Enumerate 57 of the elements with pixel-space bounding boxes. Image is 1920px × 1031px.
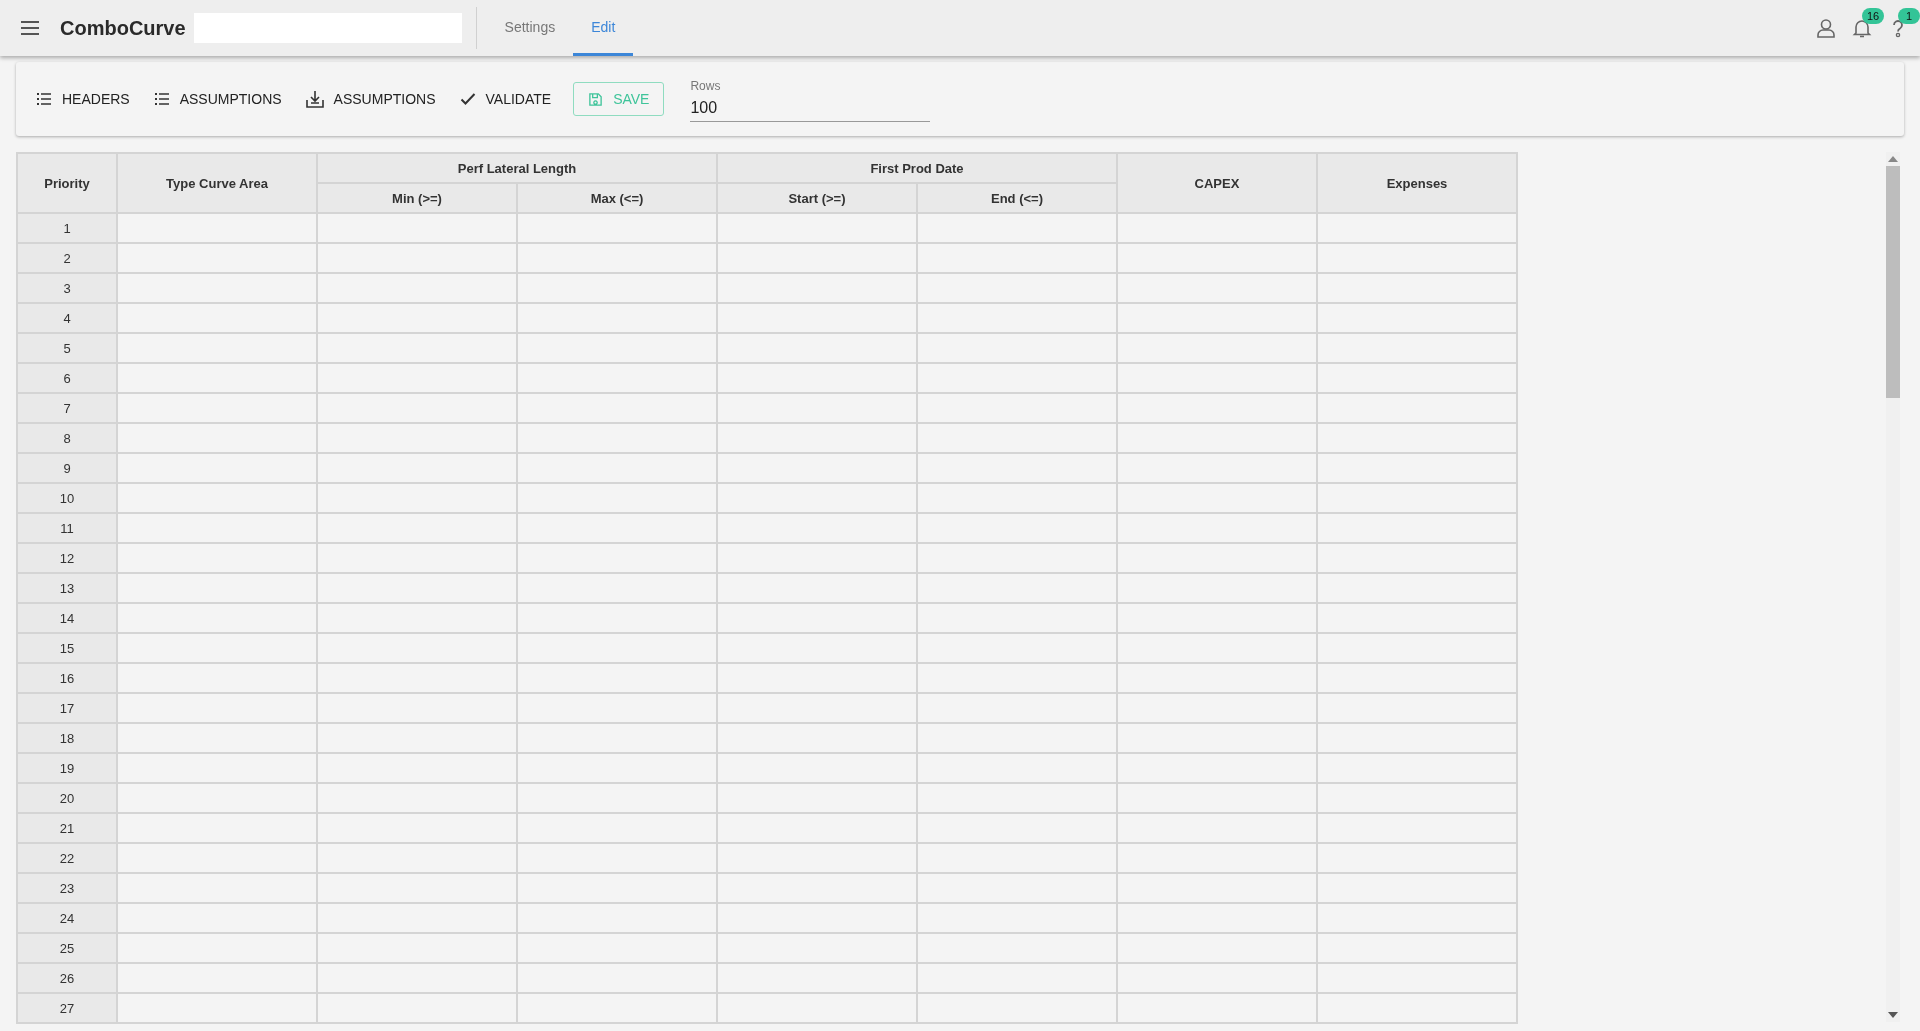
row-number: 16	[17, 663, 117, 693]
row-number: 19	[17, 753, 117, 783]
row-number: 13	[17, 573, 117, 603]
row-number: 2	[17, 243, 117, 273]
list-icon	[36, 92, 52, 106]
scroll-down-icon[interactable]	[1888, 1012, 1898, 1018]
row-number: 8	[17, 423, 117, 453]
scroll-up-icon[interactable]	[1888, 156, 1898, 162]
rows-input-field[interactable]: 100	[690, 92, 931, 122]
column-header: CAPEX	[1117, 153, 1317, 213]
column-header: End (<=)	[917, 183, 1117, 213]
row-number: 18	[17, 723, 117, 753]
notification-badge: 16	[1862, 8, 1884, 24]
import-button[interactable]: ASSUMPTIONS	[297, 84, 444, 114]
column-header: Max (<=)	[517, 183, 717, 213]
row-number: 17	[17, 693, 117, 723]
row-number: 22	[17, 843, 117, 873]
column-header: Expenses	[1317, 153, 1517, 213]
row-number: 5	[17, 333, 117, 363]
check-icon	[459, 92, 476, 106]
row-number: 20	[17, 783, 117, 813]
row-number: 1	[17, 213, 117, 243]
row-number: 3	[17, 273, 117, 303]
column-header: Perf Lateral Length	[317, 153, 717, 183]
row-number: 26	[17, 963, 117, 993]
column-header: Start (>=)	[717, 183, 917, 213]
row-number: 23	[17, 873, 117, 903]
column-header: Priority	[17, 153, 117, 213]
scrollbar[interactable]	[1886, 152, 1900, 1022]
row-number: 24	[17, 903, 117, 933]
menu-icon[interactable]	[20, 20, 40, 36]
bell-icon[interactable]	[1852, 18, 1872, 38]
row-number: 14	[17, 603, 117, 633]
row-number: 7	[17, 393, 117, 423]
list-button[interactable]: HEADERS	[28, 85, 138, 113]
user-icon[interactable]	[1816, 18, 1836, 38]
row-number: 4	[17, 303, 117, 333]
column-header: Min (>=)	[317, 183, 517, 213]
row-number: 21	[17, 813, 117, 843]
validate-button[interactable]: VALIDATE	[451, 85, 560, 113]
row-number: 12	[17, 543, 117, 573]
row-number: 11	[17, 513, 117, 543]
notification-badge: 1	[1898, 8, 1920, 24]
list-button[interactable]: ASSUMPTIONS	[145, 85, 290, 113]
field-label: Rows	[690, 78, 722, 93]
tab[interactable]: Settings	[486, 0, 574, 56]
column-header: First Prod Date	[717, 153, 1117, 183]
row-number: 15	[17, 633, 117, 663]
list-icon	[153, 92, 170, 106]
download-tray-icon	[305, 90, 324, 108]
row-number: 6	[17, 363, 117, 393]
app-title: ComboCurve	[60, 16, 186, 40]
row-number: 27	[17, 993, 117, 1023]
column-header: Type Curve Area	[117, 153, 317, 213]
row-number: 9	[17, 453, 117, 483]
row-number: 25	[17, 933, 117, 963]
row-number: 10	[17, 483, 117, 513]
